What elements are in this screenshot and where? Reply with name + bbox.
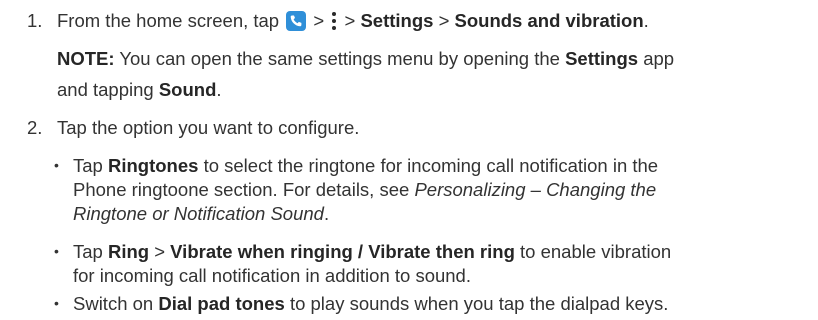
bullet-3-line-1: Switch on Dial pad tones to play sounds … xyxy=(73,293,669,314)
document: 1. From the home screen, tap > > Setting… xyxy=(0,0,818,320)
step-2-text: Tap the option you want to configure. xyxy=(57,117,360,138)
bullet-1-line-3: Ringtone or Notification Sound. xyxy=(73,203,330,224)
bullet-marker: • xyxy=(54,243,59,259)
note-label: NOTE: xyxy=(57,48,115,69)
note-line-1: NOTE: You can open the same settings men… xyxy=(57,48,675,69)
bullet-marker: • xyxy=(54,295,59,311)
more-options-icon xyxy=(331,11,337,31)
step-1-text: From the home screen, tap > > Settings >… xyxy=(57,10,649,31)
step-number: 2. xyxy=(27,117,43,138)
bullet-marker: • xyxy=(54,157,59,173)
phone-app-icon xyxy=(286,11,307,31)
note-line-2: and tapping Sound. xyxy=(57,79,222,100)
step-number: 1. xyxy=(27,10,43,31)
